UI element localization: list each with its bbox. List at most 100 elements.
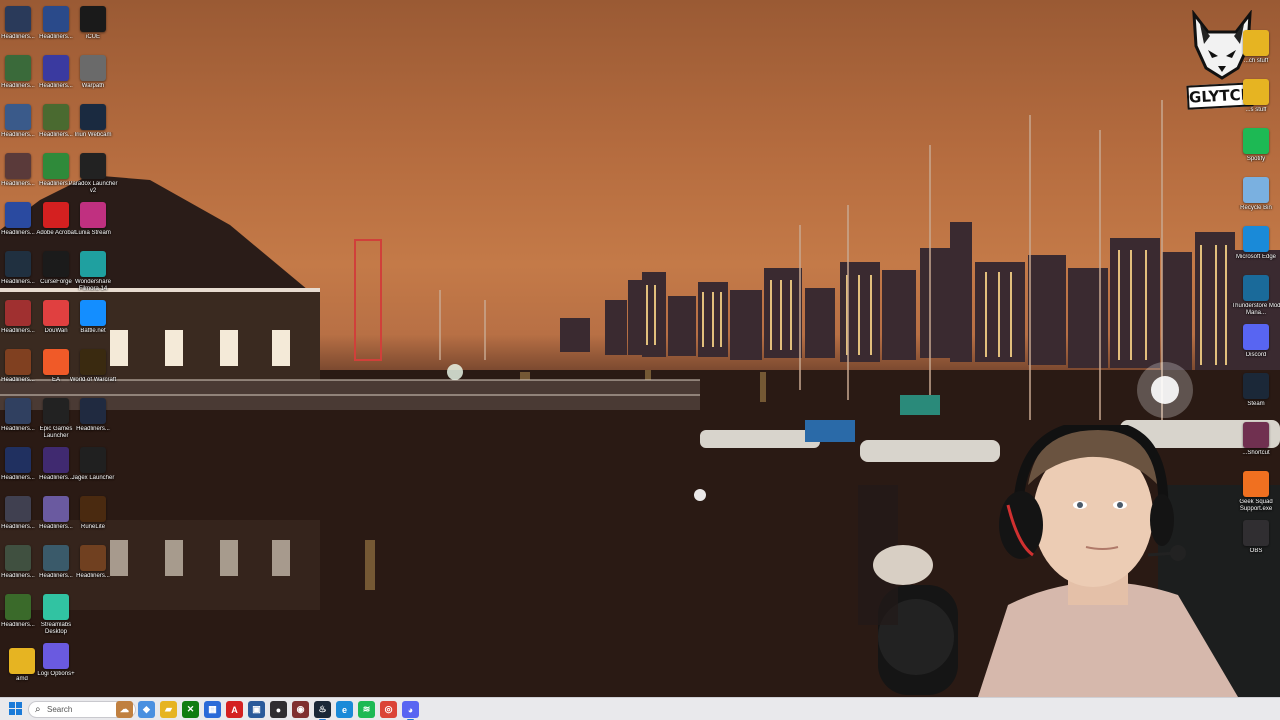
chrome-icon[interactable]: ◎ [380, 701, 397, 718]
geek-squad-icon [1243, 471, 1269, 497]
obs-icon [1243, 520, 1269, 546]
desktop-shortcut[interactable]: Warpath [69, 55, 117, 103]
desktop-shortcut-label: World of Warcraft [69, 377, 117, 383]
desktop-shortcut[interactable]: Battle.net [69, 300, 117, 348]
desktop-shortcut[interactable]: Discord [1232, 324, 1280, 372]
logi-options-icon [43, 643, 69, 669]
discord-icon[interactable]: ◕ [402, 701, 419, 720]
headliners-icon [5, 6, 31, 32]
filmora-icon [80, 251, 106, 277]
streamlabs-icon [43, 594, 69, 620]
steam-icon[interactable]: ♨ [314, 701, 331, 720]
copilot-icon[interactable]: ◆ [138, 701, 155, 718]
windows-logo-icon [9, 702, 15, 708]
desktop-shortcut[interactable]: ...s stuff [1232, 79, 1280, 127]
desktop-shortcut[interactable]: Headliners... [69, 545, 117, 593]
spotify-icon[interactable]: ≋ [358, 701, 375, 718]
desktop-shortcut[interactable]: Thunderstore Mod Mana... [1231, 275, 1280, 323]
desktop-shortcut-label: Iriun Webcam [74, 132, 112, 138]
desktop-shortcut-label: Paradox Launcher v2 [68, 181, 118, 194]
desktop-shortcut[interactable]: RuneLite [69, 496, 117, 544]
desktop-shortcut[interactable]: OBS [1232, 520, 1280, 568]
warpath-icon [80, 55, 106, 81]
headliners-icon [43, 6, 69, 32]
desktop-shortcut-label: Wondershare Filmora 14 [75, 279, 111, 292]
desktop-shortcut[interactable]: Geek Squad Support.exe [1232, 471, 1280, 519]
desktop-shortcut-label: ...Shortcut [1242, 450, 1270, 456]
headliners-icon [5, 300, 31, 326]
streamer-camera-feed [858, 425, 1280, 697]
paradox-launcher-icon [80, 153, 106, 179]
obs-icon[interactable]: ● [270, 701, 287, 718]
desktop-shortcut[interactable]: Spotify [1232, 128, 1280, 176]
desktop-shortcut-label: Steam [1247, 401, 1265, 407]
world-of-warcraft-icon [80, 349, 106, 375]
webcam-overlay [858, 425, 1280, 697]
headliners-icon [43, 104, 69, 130]
desktop-shortcut[interactable]: ...ch stuff [1232, 30, 1280, 78]
desktop-shortcut[interactable]: amd [0, 648, 46, 696]
desktop-shortcut[interactable]: Lunia Stream [69, 202, 117, 250]
desktop-shortcut-label: Thunderstore Mod Mana... [1231, 303, 1280, 316]
search-placeholder: Search [47, 705, 73, 714]
desktop-shortcut[interactable]: Paradox Launcher v2 [68, 153, 118, 201]
desktop-shortcut-label: amd [16, 676, 28, 682]
desktop-shortcut[interactable]: Jagex Launcher [69, 447, 117, 495]
shortcut-icon [1243, 422, 1269, 448]
headliners-icon [5, 545, 31, 571]
desktop-shortcut-label: ...s stuff [1245, 107, 1267, 113]
desktop-shortcut[interactable]: Headliners... [69, 398, 117, 446]
headliners-icon [5, 55, 31, 81]
desktop-shortcut-label: Jagex Launcher [71, 475, 115, 481]
headliners-icon [5, 153, 31, 179]
spotify-icon [1243, 128, 1269, 154]
desktop-shortcut[interactable]: Recycle Bin [1232, 177, 1280, 225]
desktop-shortcut-label: Streamlabs Desktop [40, 622, 72, 635]
microsoft-store-icon[interactable]: ▦ [204, 701, 221, 718]
ea-icon [43, 349, 69, 375]
desktop-shortcut-label: iCUE [85, 34, 100, 40]
headliners-icon [5, 594, 31, 620]
desktop-shortcut[interactable]: Wondershare Filmora 14 [69, 251, 117, 299]
epic-games-icon [43, 398, 69, 424]
headliners-icon [43, 447, 69, 473]
xbox-icon[interactable]: ✕ [182, 701, 199, 718]
desktop-shortcut[interactable]: Steam [1232, 373, 1280, 421]
jagex-launcher-icon [80, 447, 106, 473]
app-icon[interactable]: ▣ [248, 701, 265, 718]
desktop-shortcut[interactable]: ...Shortcut [1232, 422, 1280, 470]
headliners-icon [5, 447, 31, 473]
adobe-icon[interactable]: A [226, 701, 243, 718]
lunia-stream-icon [80, 202, 106, 228]
amd-folder-icon [9, 648, 35, 674]
headliners-icon [5, 496, 31, 522]
desktop-shortcut[interactable]: Streamlabs Desktop [32, 594, 80, 642]
desktop-shortcut[interactable]: iCUE [69, 6, 117, 54]
headliners-icon [43, 496, 69, 522]
iriun-webcam-icon [80, 104, 106, 130]
desktop-shortcut[interactable]: Iriun Webcam [69, 104, 117, 152]
desktop-shortcut[interactable]: World of Warcraft [69, 349, 117, 397]
headliners-icon [80, 398, 106, 424]
recycle-bin-icon [1243, 177, 1269, 203]
headliners-icon [5, 202, 31, 228]
start-button[interactable] [8, 701, 24, 717]
game-icon[interactable]: ◉ [292, 701, 309, 718]
curseforge-icon [43, 251, 69, 277]
headliners-icon [5, 349, 31, 375]
file-explorer-icon[interactable]: ▰ [160, 701, 177, 718]
desktop-shortcut-label: Discord [1245, 352, 1267, 358]
desktop-shortcut-label: Battle.net [80, 328, 106, 334]
folder-icon [1243, 79, 1269, 105]
desktop-shortcut[interactable]: Microsoft Edge [1232, 226, 1280, 274]
douwan-icon [43, 300, 69, 326]
taskbar: ⌕ Search ☁ ◆ ▰ ✕ ▦ A ▣ ● ◉ ♨ e ≋ ◎ ◕ [0, 697, 1280, 720]
headliners-icon [43, 153, 69, 179]
headliners-icon [5, 398, 31, 424]
widgets-icon[interactable]: ☁ [116, 701, 133, 718]
microsoft-edge-icon [1243, 226, 1269, 252]
edge-icon[interactable]: e [336, 701, 353, 718]
desktop-shortcut-label: Lunia Stream [75, 230, 111, 236]
folder-icon [1243, 30, 1269, 56]
headliners-icon [43, 545, 69, 571]
